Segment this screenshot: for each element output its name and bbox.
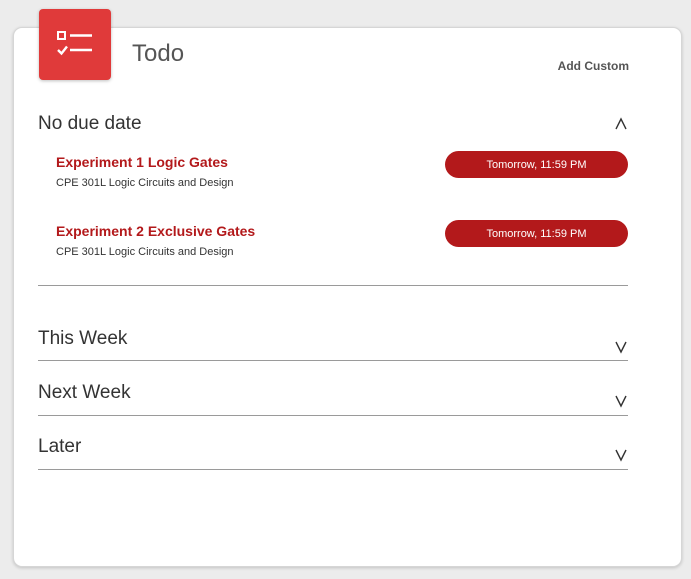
todo-item-course: CPE 301L Logic Circuits and Design	[56, 246, 234, 258]
todo-item: Experiment 1 Logic Gates CPE 301L Logic …	[56, 151, 628, 194]
section-header-later[interactable]: Later	[38, 436, 628, 466]
todo-item-title[interactable]: Experiment 1 Logic Gates	[56, 154, 228, 170]
section-divider	[38, 469, 628, 470]
section-header-next-week[interactable]: Next Week	[38, 382, 628, 412]
chevron-down-icon[interactable]	[614, 340, 628, 354]
section-divider	[38, 360, 628, 361]
todo-item: Experiment 2 Exclusive Gates CPE 301L Lo…	[56, 220, 628, 263]
todo-item-course: CPE 301L Logic Circuits and Design	[56, 177, 234, 189]
section-header-no-due-date[interactable]: No due date	[38, 113, 628, 143]
due-date-badge: Tomorrow, 11:59 PM	[445, 220, 628, 247]
section-divider	[38, 415, 628, 416]
chevron-up-icon[interactable]	[614, 117, 628, 131]
section-divider	[38, 285, 628, 286]
page-title: Todo	[132, 40, 185, 67]
todo-card	[13, 27, 682, 567]
due-date-badge: Tomorrow, 11:59 PM	[445, 151, 628, 178]
chevron-down-icon[interactable]	[614, 394, 628, 408]
chevron-down-icon[interactable]	[614, 448, 628, 462]
todo-item-title[interactable]: Experiment 2 Exclusive Gates	[56, 223, 255, 239]
section-label: This Week	[38, 328, 128, 349]
section-header-this-week[interactable]: This Week	[38, 328, 628, 358]
section-label: No due date	[38, 113, 142, 134]
section-label: Next Week	[38, 382, 131, 403]
add-custom-button[interactable]: Add Custom	[558, 59, 629, 73]
section-label: Later	[38, 436, 82, 457]
todo-checklist-icon	[39, 9, 111, 80]
